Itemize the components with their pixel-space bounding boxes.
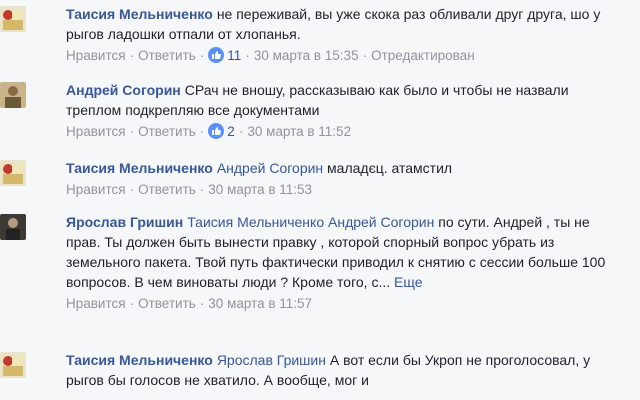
avatar[interactable] xyxy=(0,214,26,240)
mention-link[interactable]: Ярослав Гришин xyxy=(217,352,326,368)
avatar[interactable] xyxy=(0,82,26,108)
avatar[interactable] xyxy=(0,160,26,186)
comment-author[interactable]: Ярослав Гришин xyxy=(66,214,183,230)
mention-link[interactable]: Таисия Мельниченко xyxy=(187,214,324,230)
timestamp[interactable]: 30 марта в 11:52 xyxy=(247,124,351,139)
timestamp[interactable]: 30 марта в 11:57 xyxy=(208,296,312,311)
reply-button[interactable]: Ответить xyxy=(138,124,196,139)
comment-body: Андрей Согорин СРач не вношу, рассказываю… xyxy=(66,80,626,120)
comment: Андрей Согорин СРач не вношу, рассказываю… xyxy=(0,80,626,142)
edited-label[interactable]: Отредактирован xyxy=(371,48,475,63)
timestamp[interactable]: 30 марта в 15:35 xyxy=(254,48,359,63)
like-count: 2 xyxy=(227,124,235,139)
reaction-count[interactable]: 2 xyxy=(208,123,235,139)
thumbs-up-icon xyxy=(208,123,225,139)
comment-body: Ярослав Гришин Таисия Мельниченко Андрей … xyxy=(66,212,626,292)
comment: Ярослав Гришин Таисия Мельниченко Андрей … xyxy=(0,212,626,314)
like-button[interactable]: Нравится xyxy=(66,296,126,311)
reply-button[interactable]: Ответить xyxy=(138,296,196,311)
see-more-link[interactable]: Еще xyxy=(394,274,423,290)
comment-author[interactable]: Андрей Согорин xyxy=(66,82,181,98)
mention-link[interactable]: Андрей Согорин xyxy=(217,160,323,176)
like-button[interactable]: Нравится xyxy=(66,124,126,139)
comment-body: Таисия Мельниченко не переживай, вы уже с… xyxy=(66,4,626,44)
reaction-count[interactable]: 11 xyxy=(208,47,242,63)
comment-body: Таисия Мельниченко Ярослав Гришин А вот е… xyxy=(66,350,626,390)
reply-button[interactable]: Ответить xyxy=(138,182,196,197)
timestamp[interactable]: 30 марта в 11:53 xyxy=(208,182,312,197)
thumbs-up-icon xyxy=(208,47,225,63)
comment-author[interactable]: Таисия Мельниченко xyxy=(66,160,213,176)
avatar[interactable] xyxy=(0,6,26,32)
comment-text: маладєц. атамстил xyxy=(327,160,453,176)
reply-button[interactable]: Ответить xyxy=(138,48,196,63)
like-button[interactable]: Нравится xyxy=(66,48,126,63)
comment-actions: Нравится · Ответить · 30 марта в 11:53 xyxy=(66,182,313,197)
mention-link[interactable]: Андрей Согорин xyxy=(328,214,434,230)
like-button[interactable]: Нравится xyxy=(66,182,126,197)
comment-body: Таисия Мельниченко Андрей Согорин маладєц… xyxy=(66,158,626,178)
comment-author[interactable]: Таисия Мельниченко xyxy=(66,6,213,22)
comment: Таисия Мельниченко Ярослав Гришин А вот е… xyxy=(0,350,626,390)
avatar[interactable] xyxy=(0,352,26,378)
comment-actions: Нравится · Ответить · 30 марта в 11:57 xyxy=(66,296,313,311)
comment-actions: Нравится · Ответить · 11 · 30 марта в 15:35 · От… xyxy=(66,47,475,63)
like-count: 11 xyxy=(227,48,242,63)
comment-author[interactable]: Таисия Мельниченко xyxy=(66,352,213,368)
comment: Таисия Мельниченко не переживай, вы уже с… xyxy=(0,4,626,66)
comment: Таисия Мельниченко Андрей Согорин маладєц… xyxy=(0,158,626,200)
comment-actions: Нравится · Ответить · 2 · 30 марта в 11:52 xyxy=(66,123,352,139)
